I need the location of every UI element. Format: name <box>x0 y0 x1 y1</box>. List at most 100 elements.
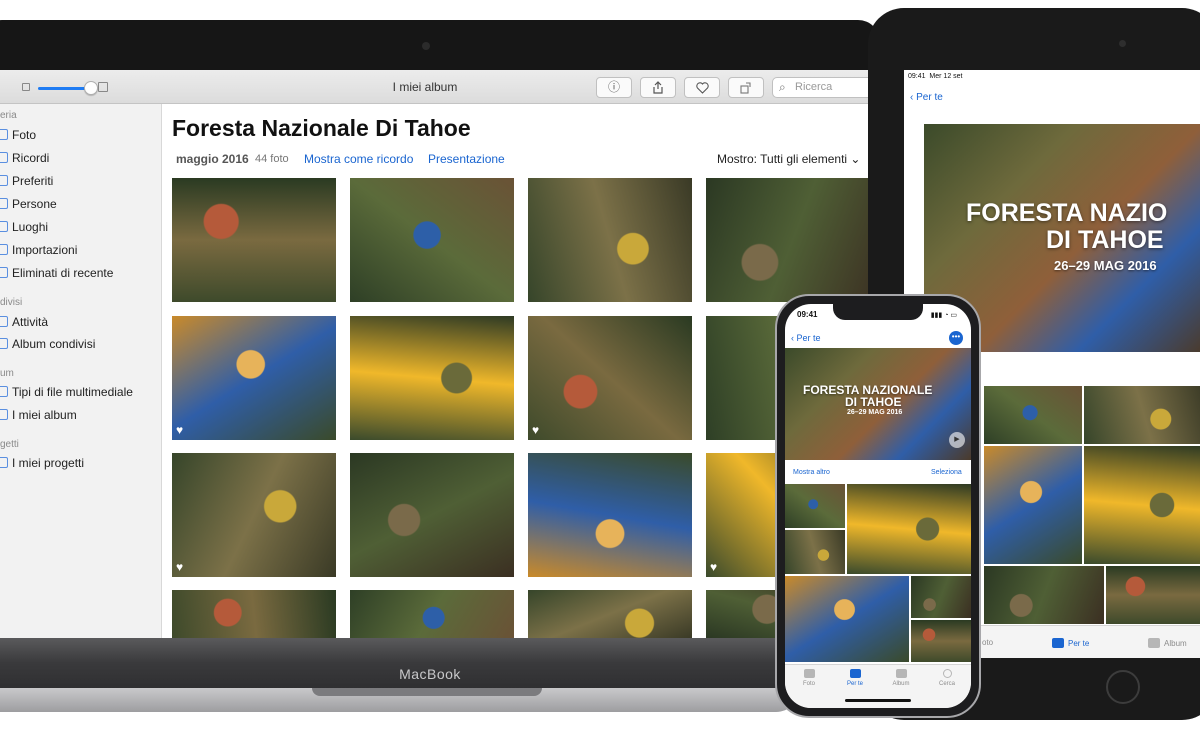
more-options-icon[interactable]: ••• <box>949 331 963 345</box>
search-input[interactable]: ⌕ Ricerca <box>772 77 880 98</box>
iphone-photo-thumbnail[interactable] <box>911 576 971 618</box>
photo-thumbnail[interactable] <box>528 178 692 302</box>
zoom-slider-knob[interactable] <box>84 81 98 95</box>
photo-thumbnail[interactable] <box>350 590 514 638</box>
show-more-link[interactable]: Mostra altro <box>793 469 830 476</box>
chevron-left-icon: ‹ <box>910 92 914 103</box>
play-icon[interactable]: ▶ <box>949 432 965 448</box>
ipad-photo-thumbnail[interactable] <box>1084 386 1200 444</box>
sidebar-item-attivita[interactable]: Attività <box>0 313 48 331</box>
photo-thumbnail[interactable] <box>528 453 692 577</box>
sidebar-item-foto[interactable]: Foto <box>0 126 36 144</box>
album-count: 44 foto <box>255 153 289 165</box>
sidebar-item-luoghi[interactable]: Luoghi <box>0 218 48 236</box>
photos-sidebar: eria Foto Ricordi Preferiti Persone Luog… <box>0 104 162 638</box>
sidebar-item-preferiti[interactable]: Preferiti <box>0 172 53 190</box>
photo-thumbnail[interactable] <box>350 178 514 302</box>
favorite-heart-icon: ♥ <box>532 423 540 437</box>
iphone-home-indicator[interactable] <box>845 699 911 702</box>
chevron-down-icon: ⌄ <box>850 152 861 166</box>
search-tab-icon <box>942 669 952 678</box>
show-filter-dropdown[interactable]: Mostro: Tutti gli elementi ⌄ <box>717 152 860 166</box>
sidebar-section-projects: getti <box>0 439 19 450</box>
activity-icon <box>0 316 8 327</box>
sidebar-item-importazioni[interactable]: Importazioni <box>0 241 77 259</box>
ipad-tab-for-you[interactable]: Per te <box>1052 638 1089 648</box>
iphone-photo-thumbnail[interactable] <box>785 484 845 528</box>
iphone-photo-thumbnail[interactable] <box>785 530 845 574</box>
iphone-hero-title: FORESTA NAZIONALE DI TAHOE <box>803 383 933 409</box>
sidebar-item-ricordi[interactable]: Ricordi <box>0 149 49 167</box>
ipad-status-bar: 09:41 Mer 12 set <box>908 73 963 80</box>
ipad-tab-photos[interactable]: oto <box>982 638 993 647</box>
info-button[interactable]: ⓘ <box>596 77 632 98</box>
search-placeholder: Ricerca <box>795 81 833 93</box>
heart-icon <box>695 82 709 94</box>
rotate-button[interactable] <box>728 77 764 98</box>
favorite-heart-icon: ♥ <box>176 423 184 437</box>
ipad-photo-thumbnail[interactable] <box>1106 566 1200 624</box>
ipad-photo-thumbnail[interactable] <box>984 566 1104 624</box>
info-icon: ⓘ <box>607 80 620 94</box>
folder-icon <box>0 409 8 420</box>
photo-thumbnail[interactable] <box>350 316 514 440</box>
people-icon <box>0 198 8 209</box>
photos-toolbar: I miei album ⓘ ⌕ Ricerca <box>0 70 880 104</box>
iphone-notch <box>833 304 923 320</box>
iphone-photo-thumbnail[interactable] <box>911 620 971 662</box>
iphone-tab-search[interactable]: Cerca <box>927 669 967 687</box>
photo-thumbnail[interactable] <box>172 178 336 302</box>
sidebar-item-my-projects[interactable]: I miei progetti <box>0 454 84 472</box>
iphone-photo-thumbnail[interactable] <box>847 484 971 574</box>
ipad-back-button[interactable]: ‹ Per te <box>910 92 943 103</box>
shared-album-icon <box>0 338 8 349</box>
macbook-camera <box>422 42 430 50</box>
slideshow-link[interactable]: Presentazione <box>428 152 505 166</box>
rotate-icon <box>740 82 751 94</box>
sidebar-item-my-albums[interactable]: I miei album <box>0 406 77 424</box>
select-link[interactable]: Seleziona <box>931 469 962 476</box>
iphone-back-button[interactable]: ‹ Per te <box>791 333 821 343</box>
product-composite: I miei album ⓘ ⌕ Ricerca eria Foto Ricor… <box>0 0 1200 730</box>
iphone-photo-thumbnail[interactable] <box>785 576 909 662</box>
favorite-heart-icon: ♥ <box>176 560 184 574</box>
for-you-icon <box>1052 638 1064 648</box>
sidebar-item-album-condivisi[interactable]: Album condivisi <box>0 335 95 353</box>
large-thumbnail-icon <box>98 82 108 92</box>
macbook-screen: I miei album ⓘ ⌕ Ricerca eria Foto Ricor… <box>0 70 880 638</box>
photo-thumbnail[interactable]: ♥ <box>172 316 336 440</box>
iphone-link-row: Mostra altro Seleziona <box>785 464 971 484</box>
album-date: maggio 2016 <box>176 152 249 166</box>
share-button[interactable] <box>640 77 676 98</box>
photo-thumbnail[interactable]: ♥ <box>172 453 336 577</box>
favorite-button[interactable] <box>684 77 720 98</box>
photo-thumbnail[interactable] <box>350 453 514 577</box>
ipad-photo-thumbnail[interactable] <box>1084 446 1200 564</box>
photo-thumbnail[interactable] <box>172 590 336 638</box>
ipad-tab-albums[interactable]: Album <box>1148 638 1187 648</box>
ipad-home-button[interactable] <box>1106 670 1140 704</box>
iphone-status-time: 09:41 <box>797 310 818 319</box>
places-icon <box>0 221 8 232</box>
sidebar-item-media-types[interactable]: Tipi di file multimediale <box>0 383 133 401</box>
sidebar-item-eliminati[interactable]: Eliminati di recente <box>0 264 113 282</box>
sidebar-section-shared: divisi <box>0 297 23 308</box>
sidebar-item-persone[interactable]: Persone <box>0 195 57 213</box>
iphone-tab-photos[interactable]: Foto <box>789 669 829 687</box>
photo-thumbnail[interactable] <box>706 178 880 302</box>
iphone-tab-albums[interactable]: Album <box>881 669 921 687</box>
photo-thumbnail[interactable]: ♥ <box>528 316 692 440</box>
ipad-photo-thumbnail[interactable] <box>984 446 1082 564</box>
ipad-photo-thumbnail[interactable] <box>984 386 1082 444</box>
memories-icon <box>0 152 8 163</box>
iphone-tab-for-you[interactable]: Per te <box>835 669 875 687</box>
share-icon <box>653 81 663 94</box>
signal-wifi-battery-icon: ▮▮▮ ◔ ▭ <box>930 312 957 319</box>
ipad-status-time: 09:41 <box>908 73 926 80</box>
macbook-logo-text: MacBook <box>399 666 461 682</box>
photo-thumbnail[interactable] <box>528 590 692 638</box>
show-as-memory-link[interactable]: Mostra come ricordo <box>304 152 413 166</box>
iphone-screen: 09:41 ▮▮▮ ◔ ▭ ‹ Per te ••• FORESTA NAZIO… <box>785 304 971 708</box>
folder-icon <box>0 386 8 397</box>
ipad-hero-title: FORESTA NAZIO DI TAHOE <box>966 199 1168 254</box>
